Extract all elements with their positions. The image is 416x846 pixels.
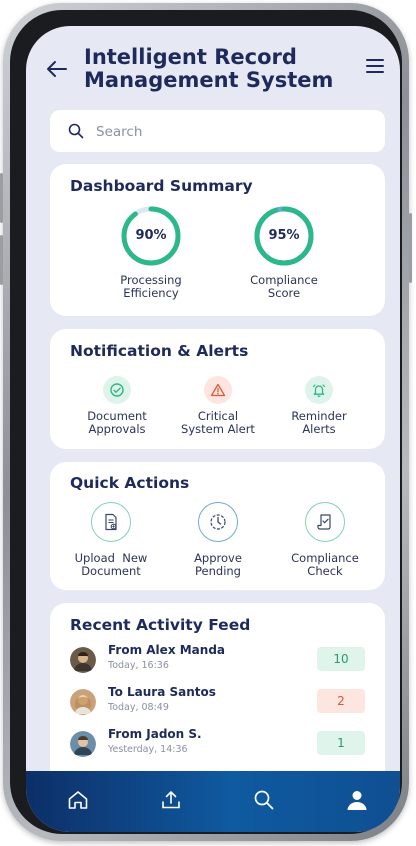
bottom-navigation — [26, 771, 400, 832]
quick-actions-title: Quick Actions — [70, 474, 190, 492]
approve-pending-action[interactable]: Approve Pending — [158, 502, 278, 578]
title-line-1: Intelligent Record — [84, 45, 297, 69]
compliance-check-action[interactable]: Compliance Check — [265, 502, 385, 578]
app-header: Intelligent Record Management System — [26, 26, 400, 116]
label-line2: Pending — [195, 564, 241, 578]
dashboard-title: Dashboard Summary — [70, 177, 253, 195]
hamburger-menu-icon[interactable] — [366, 59, 384, 75]
recent-activity-card: Recent Activity Feed From Alex Manda Tod… — [50, 603, 385, 793]
item-label: Upload New Document — [51, 552, 171, 578]
recent-activity-title: Recent Activity Feed — [70, 616, 251, 634]
activity-time: Today, 08:49 — [108, 702, 169, 713]
phone-frame: Intelligent Record Management System Das… — [0, 3, 412, 841]
activity-time: Today, 16:36 — [108, 660, 169, 671]
gauge-value: 90% — [135, 228, 167, 243]
notifications-title: Notification & Alerts — [70, 342, 249, 360]
clock-icon — [198, 502, 238, 542]
activity-name: From Jadon S. — [108, 727, 202, 741]
bell-icon — [305, 376, 333, 404]
label-line2: Alerts — [302, 422, 336, 436]
count-badge: 1 — [317, 731, 365, 755]
search-input[interactable] — [94, 120, 358, 144]
activity-row[interactable]: To Laura Santos Today, 08:49 2 — [50, 685, 385, 721]
phone-bezel: Intelligent Record Management System Das… — [10, 10, 402, 834]
warning-icon — [204, 376, 232, 404]
page-title: Intelligent Record Management System — [84, 46, 334, 92]
check-circle-icon — [103, 376, 131, 404]
upload-icon[interactable] — [159, 788, 183, 812]
app-screen: Intelligent Record Management System Das… — [26, 26, 400, 832]
phone-volume-button — [0, 173, 3, 223]
label-line2: Check — [307, 564, 343, 578]
activity-time: Yesterday, 14:36 — [108, 744, 188, 755]
avatar — [70, 731, 96, 757]
phone-power-button — [409, 213, 412, 283]
gauge-label: Processing Efficiency — [91, 274, 211, 300]
home-icon[interactable] — [66, 788, 90, 812]
notifications-card: Notification & Alerts Document Approvals … — [50, 329, 385, 449]
gauge-label: Compliance Score — [224, 274, 344, 300]
gauge-label-line2: Score — [267, 286, 301, 300]
activity-name: From Alex Manda — [108, 643, 225, 657]
label-line2: Document — [81, 564, 141, 578]
reminder-alerts-item[interactable]: Reminder Alerts — [259, 376, 379, 436]
gauge-value: 95% — [268, 228, 300, 243]
upload-new-document-action[interactable]: Upload New Document — [51, 502, 171, 578]
compliance-score-gauge: 95% — [253, 205, 315, 267]
search-icon — [68, 123, 84, 139]
activity-name: To Laura Santos — [108, 685, 216, 699]
dashboard-summary-card: Dashboard Summary 90% Processing Efficie… — [50, 164, 385, 316]
title-line-2: Management System — [84, 68, 334, 92]
count-badge: 2 — [317, 689, 365, 713]
quick-actions-card: Quick Actions Upload New Document Approve… — [50, 462, 385, 590]
avatar — [70, 689, 96, 715]
back-arrow-icon[interactable] — [44, 56, 70, 82]
item-label: Compliance Check — [265, 552, 385, 578]
item-label: Approve Pending — [158, 552, 278, 578]
search-bar[interactable] — [50, 110, 385, 152]
upload-document-icon — [91, 502, 131, 542]
activity-row[interactable]: From Jadon S. Yesterday, 14:36 1 — [50, 727, 385, 763]
gauge-label-line2: Efficiency — [123, 286, 179, 300]
avatar — [70, 647, 96, 673]
item-label: Reminder Alerts — [259, 410, 379, 436]
count-badge: 10 — [317, 647, 365, 671]
profile-icon[interactable] — [345, 788, 369, 812]
processing-efficiency-gauge: 90% — [120, 205, 182, 267]
activity-row[interactable]: From Alex Manda Today, 16:36 10 — [50, 643, 385, 679]
search-icon[interactable] — [252, 788, 276, 812]
scroll-check-icon — [305, 502, 345, 542]
phone-volume-button — [0, 235, 3, 285]
